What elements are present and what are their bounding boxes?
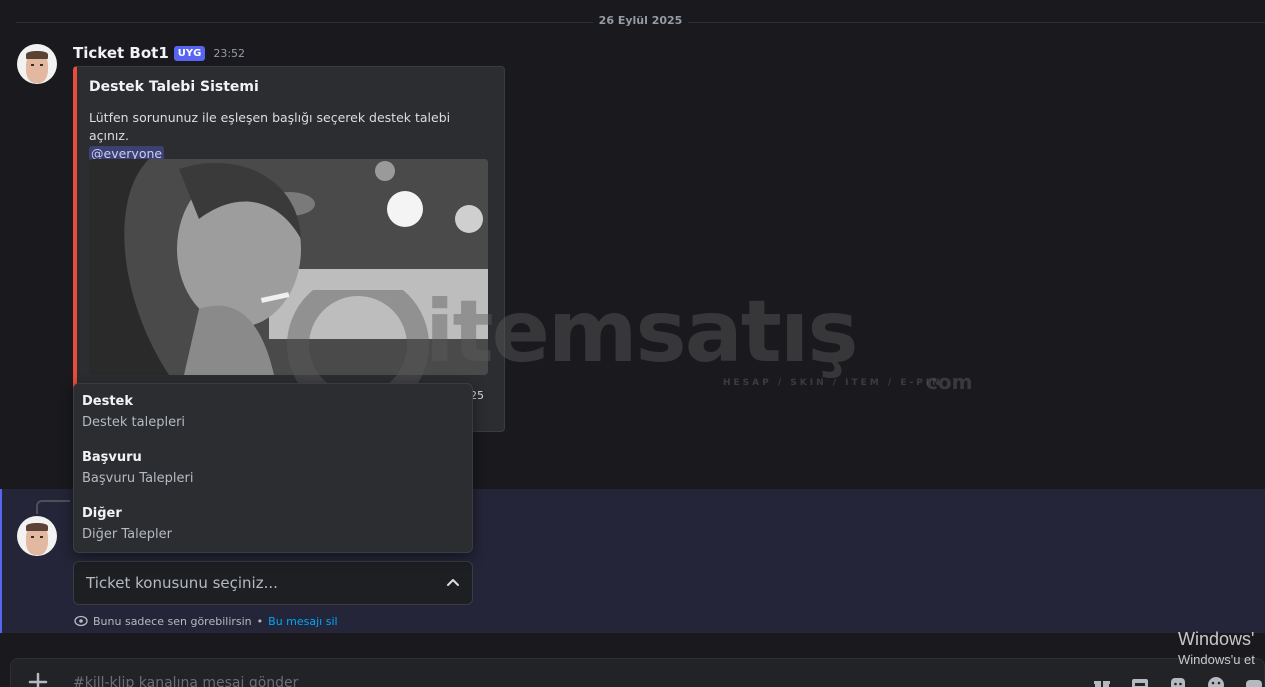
message-header: Ticket Bot1 UYG 23:52 [73,44,245,62]
dropdown-option-basvuru[interactable]: Başvuru Başvuru Talepleri [82,448,462,498]
app-badge: UYG [173,45,206,61]
ticket-topic-dropdown: Destek Destek talepleri Başvuru Başvuru … [73,383,473,553]
composer-tools [1092,675,1264,687]
watermark-tagline: HESAP / SKIN / ITEM / E-PIN [723,378,943,388]
embed-gif-image[interactable] [89,159,488,375]
bot-avatar[interactable] [17,44,57,84]
embed-description-text: Lütfen sorununuz ile eşleşen başlığı seç… [89,110,451,143]
ephemeral-notice: Bunu sadece sen görebilirsin • Bu mesajı… [74,614,338,628]
date-divider: 26 Eylül 2025 [16,14,1265,30]
gift-icon[interactable] [1092,675,1112,687]
eye-icon [74,615,88,627]
message-input[interactable] [73,673,973,687]
embed-title: Destek Talebi Sistemi [89,79,259,95]
date-divider-label: 26 Eylül 2025 [592,14,689,27]
embed-image-art [89,159,488,375]
windows-activation-overlay: Windows' Windows'u et [1178,629,1255,667]
author-name[interactable]: Ticket Bot1 [73,44,169,62]
windows-activation-subtitle: Windows'u et [1178,652,1255,667]
windows-activation-title: Windows' [1178,629,1255,649]
message-timestamp: 23:52 [213,46,246,60]
select-placeholder: Ticket konusunu seçiniz... [86,574,278,592]
option-title: Diğer [82,506,122,521]
chevron-up-icon [447,579,459,586]
option-subtitle: Diğer Talepler [82,527,172,542]
emoji-icon[interactable] [1206,675,1226,687]
notice-separator: • [256,614,264,628]
dismiss-message-link[interactable]: Bu mesajı sil [268,615,337,628]
option-title: Başvuru [82,450,142,465]
avatar-image [26,523,48,555]
avatar-image [26,51,48,83]
gif-icon[interactable] [1130,675,1150,687]
embed-description: Lütfen sorununuz ile eşleşen başlığı seç… [89,109,489,163]
option-title: Destek [82,394,134,409]
dropdown-option-diger[interactable]: Diğer Diğer Talepler [82,504,462,554]
reply-spine [36,500,70,514]
only-you-text: Bunu sadece sen görebilirsin [93,614,252,628]
message-composer [10,658,1265,687]
app-icon[interactable] [1244,675,1264,687]
option-subtitle: Destek talepleri [82,415,186,430]
ephemeral-avatar[interactable] [17,516,57,556]
chat-view: 26 Eylül 2025 Ticket Bot1 UYG 23:52 Dest… [0,0,1265,687]
ticket-topic-select[interactable]: Ticket konusunu seçiniz... [73,561,473,605]
dropdown-option-destek[interactable]: Destek Destek talepleri [82,392,462,442]
watermark-suffix: com [926,370,973,394]
option-subtitle: Başvuru Talepleri [82,471,194,486]
plus-icon[interactable] [27,671,49,687]
embed-card: Destek Talebi Sistemi Lütfen sorununuz i… [73,66,505,432]
sticker-icon[interactable] [1168,675,1188,687]
